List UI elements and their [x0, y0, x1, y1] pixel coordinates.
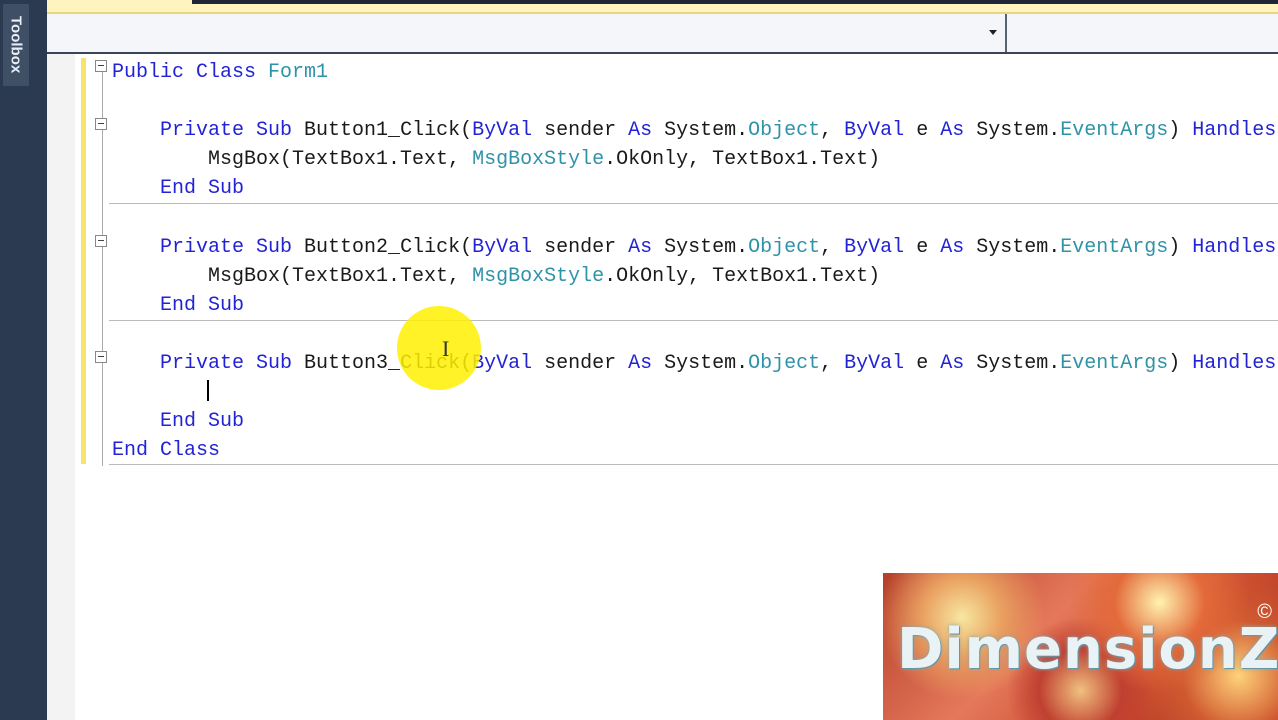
code-token: EventArgs	[1060, 119, 1169, 143]
code-token: sender	[544, 351, 629, 375]
code-line[interactable]: End Sub	[112, 291, 1276, 320]
code-token: MsgBox(TextBox1.Text,	[112, 264, 473, 288]
code-token: End	[112, 439, 161, 463]
document-tab-strip	[47, 0, 1278, 14]
code-token: EventArgs	[1060, 351, 1169, 375]
code-token: Class	[160, 439, 221, 463]
code-token: sender	[544, 119, 629, 143]
navigation-bar	[47, 14, 1278, 54]
code-token: Handles	[1192, 235, 1277, 259]
toolbox-label: Toolbox	[7, 16, 25, 74]
toolbox-tab[interactable]: Toolbox	[3, 4, 29, 86]
code-token: ByVal	[472, 235, 545, 259]
code-token: Private	[112, 235, 257, 259]
collapse-icon[interactable]	[95, 118, 107, 130]
code-line[interactable]: MsgBox(TextBox1.Text, MsgBoxStyle.OkOnly…	[112, 145, 1276, 174]
code-token: Button1_Click(	[304, 119, 473, 143]
code-token: ByVal	[844, 235, 917, 259]
chevron-down-icon[interactable]	[989, 30, 997, 35]
code-token: As	[628, 351, 665, 375]
code-token: ,	[820, 235, 845, 259]
code-line[interactable]	[112, 87, 1276, 116]
collapse-icon[interactable]	[95, 235, 107, 247]
code-token: e	[916, 235, 941, 259]
code-token: Object	[748, 235, 821, 259]
code-token: Sub	[208, 410, 245, 434]
code-token: Private	[112, 119, 257, 143]
code-token: MsgBoxStyle	[472, 148, 605, 172]
code-line[interactable]: Private Sub Button1_Click(ByVal sender A…	[112, 116, 1276, 145]
code-token: End	[112, 293, 209, 317]
code-token: Button2_Click(	[304, 235, 473, 259]
code-line[interactable]: Private Sub Button2_Click(ByVal sender A…	[112, 233, 1276, 262]
code-token: System.	[976, 235, 1061, 259]
code-token: MsgBox(TextBox1.Text,	[112, 148, 473, 172]
indicator-margin	[47, 54, 75, 720]
code-token: End	[112, 410, 209, 434]
code-token: System.	[664, 119, 749, 143]
code-token: Sub	[208, 293, 245, 317]
code-line[interactable]: End Sub	[112, 174, 1276, 203]
toolbox-panel: Toolbox	[0, 0, 47, 720]
code-token: Handles	[1192, 119, 1277, 143]
code-token: As	[628, 235, 665, 259]
code-line[interactable]	[112, 203, 1276, 232]
code-line[interactable]: MsgBox(TextBox1.Text, MsgBoxStyle.OkOnly…	[112, 262, 1276, 291]
code-token: ByVal	[472, 351, 545, 375]
ibeam-cursor-icon: I	[442, 336, 450, 361]
code-token: Public	[112, 61, 197, 84]
code-token: System.	[976, 351, 1061, 375]
collapse-icon[interactable]	[95, 351, 107, 363]
code-token: System.	[976, 119, 1061, 143]
text-caret	[207, 380, 209, 401]
collapse-icon[interactable]	[95, 60, 107, 72]
watermark-logo: DimensionZ ©	[883, 573, 1278, 720]
outline-line	[102, 72, 103, 466]
code-token: sender	[544, 235, 629, 259]
code-token: Sub	[208, 177, 245, 201]
code-token: ByVal	[844, 119, 917, 143]
code-token: ,	[820, 119, 845, 143]
code-line[interactable]: Public Class Form1	[112, 58, 1276, 87]
code-token: As	[940, 351, 977, 375]
code-line[interactable]: End Class	[112, 436, 1276, 465]
code-token: .OkOnly, TextBox1.Text)	[604, 148, 881, 172]
code-token: )	[1168, 119, 1193, 143]
code-token: Class	[196, 61, 269, 84]
code-token: Sub	[256, 351, 305, 375]
code-line[interactable]: End Sub	[112, 407, 1276, 436]
member-dropdown[interactable]	[1007, 14, 1278, 52]
cursor-highlight	[397, 306, 481, 390]
code-token: ByVal	[844, 351, 917, 375]
code-token: End	[112, 177, 209, 201]
code-token: ByVal	[472, 119, 545, 143]
code-token: Object	[748, 351, 821, 375]
code-token: e	[916, 119, 941, 143]
code-token: As	[940, 119, 977, 143]
code-token: Form1	[268, 61, 329, 84]
code-token: Sub	[256, 119, 305, 143]
code-line[interactable]	[112, 320, 1276, 349]
code-token: System.	[664, 351, 749, 375]
code-token: Handles	[1192, 351, 1277, 375]
code-text[interactable]: Public Class Form1 Private Sub Button1_C…	[112, 58, 1276, 465]
code-token: Object	[748, 119, 821, 143]
code-token: Private	[112, 351, 257, 375]
code-line[interactable]	[112, 378, 1276, 407]
code-token: System.	[664, 235, 749, 259]
code-token: Sub	[256, 235, 305, 259]
code-token: ,	[820, 351, 845, 375]
code-token: As	[940, 235, 977, 259]
code-token: e	[916, 351, 941, 375]
code-token: MsgBoxStyle	[472, 264, 605, 288]
code-token: )	[1168, 235, 1193, 259]
code-token: EventArgs	[1060, 235, 1169, 259]
class-dropdown[interactable]	[47, 14, 1007, 52]
change-tracking-bar	[81, 58, 86, 464]
code-token: .OkOnly, TextBox1.Text)	[604, 264, 881, 288]
code-line[interactable]: Private Sub Button3_Click(ByVal sender A…	[112, 349, 1276, 378]
code-token: As	[628, 119, 665, 143]
code-token: )	[1168, 351, 1193, 375]
